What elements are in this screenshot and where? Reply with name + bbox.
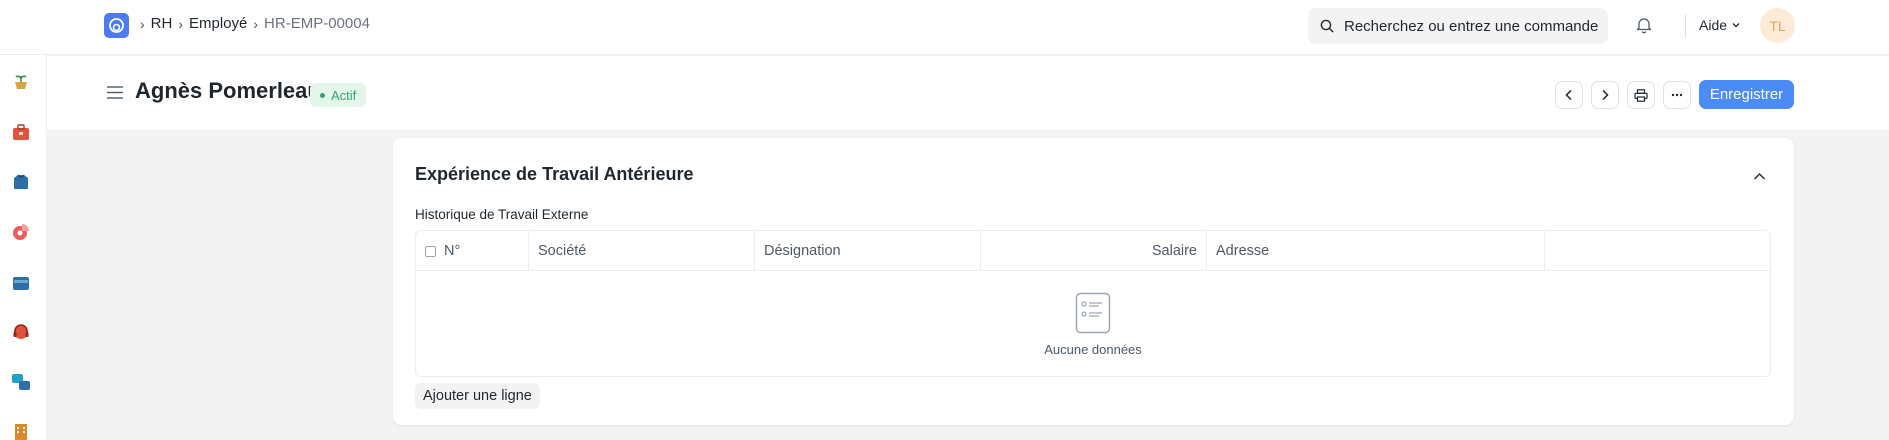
pie-chart-icon[interactable] [10,221,32,243]
notification-bell-icon[interactable] [1636,16,1652,39]
column-settings[interactable] [1545,231,1770,271]
column-company[interactable]: Société [529,231,755,271]
status-label: Actif [331,87,357,103]
print-button[interactable] [1627,81,1655,109]
hamburger-menu-icon[interactable] [107,86,123,104]
column-label: Adresse [1216,243,1270,259]
column-label: N° [444,243,461,259]
building-icon[interactable] [10,421,32,440]
breadcrumb-rh[interactable]: RH [151,15,173,32]
empty-state: Aucune données [416,271,1770,376]
chevron-right-icon: › [178,15,184,32]
chevron-right-icon: › [140,15,145,32]
column-label: Désignation [764,243,841,259]
search-icon [1320,19,1334,33]
chevron-up-icon[interactable] [1753,168,1766,186]
work-history-table: N° Société Désignation Salaire Adresse A… [415,230,1771,377]
breadcrumb: › RH › Employé › HR-EMP-00004 [140,15,370,32]
breadcrumb-employe[interactable]: Employé [189,15,247,32]
app-logo-icon[interactable] [104,13,129,38]
chevron-left-icon [1565,89,1572,101]
printer-icon [1634,88,1648,102]
status-dot-icon [320,92,325,98]
chevron-right-icon: › [253,15,259,32]
navbar-divider [1685,14,1686,38]
search-placeholder: Recherchez ou entrez une commande [1344,17,1599,35]
left-sidebar [0,55,47,440]
avatar[interactable]: TL [1760,8,1795,43]
next-record-button[interactable] [1591,81,1619,109]
save-button[interactable]: Enregistrer [1699,80,1794,109]
page-header: Agnès Pomerleau Actif Enregistrer [47,56,1889,131]
column-label: Société [538,243,587,259]
column-label: Salaire [1151,243,1197,259]
empty-state-text: Aucune données [1044,342,1142,357]
table-header: N° Société Désignation Salaire Adresse [416,231,1770,271]
select-all-checkbox[interactable] [425,245,436,257]
top-navbar: › RH › Employé › HR-EMP-00004 Recherchez… [0,0,1889,55]
help-label: Aide [1699,17,1728,33]
page-title: Agnès Pomerleau [135,78,321,103]
toolbox-icon[interactable] [10,121,32,143]
field-label: Historique de Travail Externe [415,207,589,222]
section-card: Expérience de Travail Antérieure Histori… [393,138,1794,425]
empty-list-icon [1075,292,1111,334]
chevron-down-icon [1732,23,1740,28]
breadcrumb-current[interactable]: HR-EMP-00004 [264,15,370,32]
help-dropdown[interactable]: Aide [1699,17,1741,33]
ellipsis-icon [1671,93,1683,97]
wallet-icon[interactable] [10,271,32,293]
section-title: Expérience de Travail Antérieure [415,164,694,184]
headset-icon[interactable] [10,321,32,343]
shirt-icon[interactable] [10,171,32,193]
more-actions-button[interactable] [1663,81,1691,109]
plant-pot-icon[interactable] [10,71,32,93]
shapes-icon[interactable] [10,371,32,393]
search-input[interactable]: Recherchez ou entrez une commande [1308,8,1608,44]
add-row-button[interactable]: Ajouter une ligne [415,383,540,409]
previous-record-button[interactable] [1555,81,1583,109]
column-salary[interactable]: Salaire [981,231,1207,271]
chevron-right-icon [1602,89,1609,101]
column-designation[interactable]: Désignation [755,231,981,271]
status-badge: Actif [310,83,367,107]
column-no: N° [416,231,529,271]
column-address[interactable]: Adresse [1207,231,1545,271]
